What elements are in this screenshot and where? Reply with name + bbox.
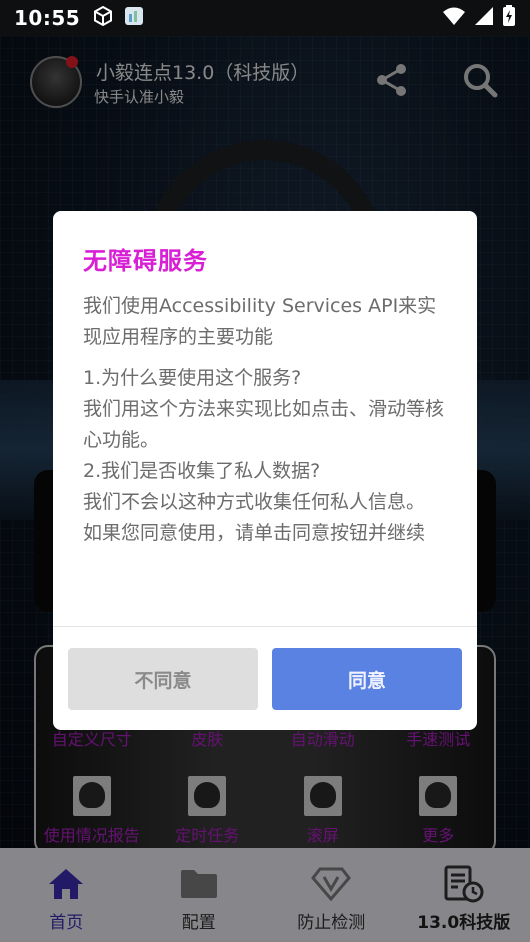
disagree-button[interactable]: 不同意 <box>68 648 258 710</box>
dialog-paragraph: 如果您同意使用，请单击同意按钮并继续 <box>83 522 426 544</box>
battery-icon <box>502 5 516 31</box>
dialog-paragraph: 我们使用Accessibility Services API来实现应用程序的主要… <box>83 295 437 348</box>
accessibility-dialog: 无障碍服务 我们使用Accessibility Services API来实现应… <box>53 211 477 730</box>
dialog-paragraph: 我们不会以这种方式收集任何私人信息。 <box>83 491 426 513</box>
dialog-body: 我们使用Accessibility Services API来实现应用程序的主要… <box>83 291 453 549</box>
wifi-icon <box>442 6 466 30</box>
status-time: 10:55 <box>14 6 81 30</box>
dialog-divider <box>53 626 477 627</box>
dialog-paragraph: 我们用这个方法来实现比如点击、滑动等核心功能。 <box>83 398 445 451</box>
app-notification-icon <box>124 6 144 30</box>
dialog-paragraph: 1.为什么要使用这个服务? <box>83 367 302 389</box>
agree-button[interactable]: 同意 <box>272 648 462 710</box>
signal-icon <box>474 6 494 30</box>
dialog-paragraph: 2.我们是否收集了私人数据? <box>83 460 321 482</box>
status-bar: 10:55 <box>0 0 530 36</box>
dialog-title: 无障碍服务 <box>83 247 208 275</box>
cube-icon <box>92 5 114 31</box>
